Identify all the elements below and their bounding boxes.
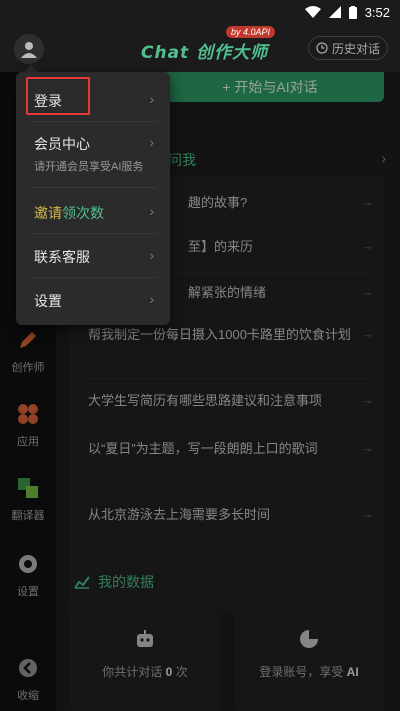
menu-caret [24,65,38,72]
vip-subtitle: 请开通会员享受AI服务 [34,161,144,173]
stat-card-login[interactable]: 登录账号，享受 AI [234,606,384,711]
sidebar-item-label: 收缩 [17,690,39,702]
arrow-right-icon: → [361,284,374,299]
sidebar-item-collapse[interactable]: 收缩 [0,656,56,703]
arrow-right-icon: → [361,238,374,253]
chevron-right-icon: › [149,247,154,263]
start-chat-button[interactable]: + 开始与AI对话 [156,72,384,102]
sidebar-item-label: 翻译器 [11,510,45,522]
menu-item-vip[interactable]: 会员中心 › 请开通会员享受AI服务 [16,134,170,174]
sidebar-item-settings[interactable]: 设置 [0,552,56,599]
arrow-right-icon: → [361,326,374,341]
menu-item-support[interactable]: 联系客服 › [16,247,170,267]
conversation-count: 你共计对话 0 次 [102,665,188,679]
robot-icon [137,630,153,647]
list-item[interactable]: 帮我制定一份每日摄入1000卡路里的饮食计划 [88,324,368,346]
ask-section-title: 问我 [168,152,196,168]
divider [30,187,156,188]
menu-item-invite[interactable]: 邀请领次数 › [16,203,170,223]
sidebar-item-label: 应用 [17,436,39,448]
divider [88,428,370,429]
pencil-icon [20,332,36,348]
chevron-right-icon: › [149,91,154,107]
chevron-right-icon: › [149,291,154,307]
header: Chat 创作大师 by 4.0API 历史对话 [0,24,400,72]
sidebar-item-translator[interactable]: 翻译器 [0,476,56,523]
menu-item-settings[interactable]: 设置 › [16,291,170,311]
status-bar: 3:52 [0,0,400,24]
sidebar-item-label: 设置 [17,586,39,598]
user-icon [21,42,37,58]
data-section-title: 我的数据 [74,572,154,592]
stat-card-conversations: 你共计对话 0 次 [70,606,220,711]
gear-icon [19,555,37,573]
sidebar-item-creator[interactable]: 创作师 [0,328,56,375]
list-item[interactable]: 大学生写简历有哪些思路建议和注意事项 [88,390,368,412]
chevron-right-icon[interactable]: › [381,150,386,166]
avatar[interactable] [14,34,44,64]
divider [30,121,156,122]
login-highlight-box [26,77,90,115]
history-button[interactable]: 历史对话 [308,36,388,60]
divider [88,378,370,379]
chevron-right-icon: › [149,203,154,219]
divider [88,492,370,493]
history-label: 历史对话 [331,41,380,56]
pie-chart-icon [300,630,318,648]
translate-icon [18,478,38,498]
arrow-right-icon: → [361,440,374,455]
signal-icon [328,6,341,18]
sidebar-item-apps[interactable]: 应用 [0,402,56,449]
arrow-right-icon: → [361,392,374,407]
clock-icon [316,42,328,54]
collapse-icon [19,659,37,677]
list-item[interactable]: 从北京游泳去上海需要多长时间 [88,504,368,526]
arrow-right-icon: → [361,194,374,209]
chart-line-icon [74,576,90,589]
divider [30,233,156,234]
battery-icon [348,5,357,19]
list-item[interactable]: 以“夏日”为主题，写一段朗朗上口的歌词 [88,438,368,460]
status-time: 3:52 [364,4,390,20]
apps-icon [18,404,38,424]
divider [30,277,156,278]
arrow-right-icon: → [361,506,374,521]
chevron-right-icon: › [149,134,154,150]
wifi-icon [304,6,321,18]
app-title: Chat 创作大师 [141,43,269,63]
login-prompt: 登录账号，享受 AI [259,665,359,679]
sidebar-item-label: 创作师 [11,362,45,374]
version-badge: by 4.0API [226,26,276,38]
